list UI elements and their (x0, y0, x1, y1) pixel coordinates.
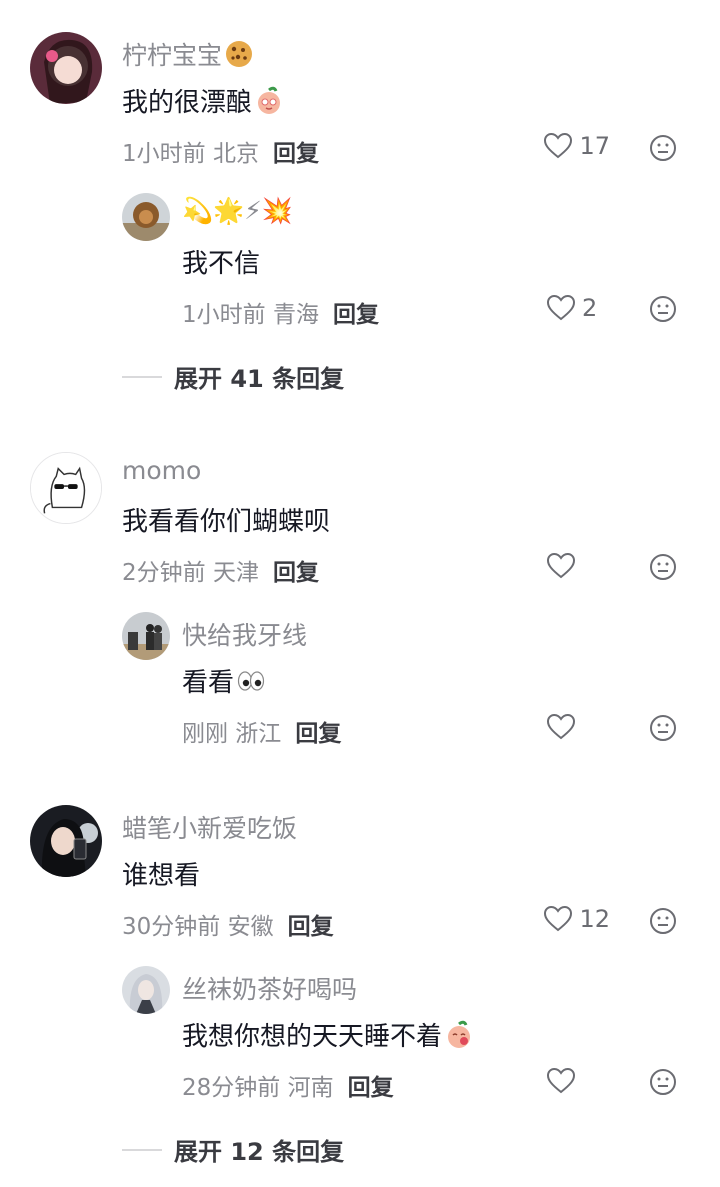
meh-face-icon (650, 296, 676, 322)
like-button[interactable] (546, 713, 610, 741)
reply-button[interactable]: 回复 (273, 141, 319, 167)
heart-outline-icon (546, 552, 576, 579)
avatar[interactable] (122, 612, 170, 660)
reply-meta: 1小时前 青海 回复 (182, 302, 379, 328)
like-button[interactable] (546, 552, 610, 580)
meh-face-icon (650, 554, 676, 580)
reply-meta: 28分钟前 河南 回复 (182, 1075, 394, 1101)
comment-author[interactable]: momo (122, 456, 201, 485)
dislike-button[interactable] (649, 907, 677, 935)
heart-outline-icon (544, 905, 573, 932)
comment-text: 我的很漂酿 (122, 82, 284, 119)
comment-meta: 2分钟前 天津 回复 (122, 560, 319, 586)
reply-author[interactable]: 丝袜奶茶好喝吗 (182, 970, 357, 1006)
like-button[interactable]: 12 (543, 905, 610, 933)
like-button[interactable] (546, 1067, 610, 1095)
avatar[interactable] (30, 32, 102, 104)
heart-outline-icon (546, 713, 576, 740)
meh-face-icon (650, 715, 676, 741)
dislike-button[interactable] (649, 553, 677, 581)
dislike-button[interactable] (649, 295, 677, 323)
eyes-emoji (236, 666, 266, 696)
avatar[interactable] (122, 966, 170, 1014)
avatar[interactable] (30, 452, 102, 524)
avatar[interactable] (30, 805, 102, 877)
reply-author[interactable]: 快给我牙线 (182, 616, 307, 652)
reply-button[interactable]: 回复 (333, 302, 379, 328)
dislike-button[interactable] (649, 714, 677, 742)
reply-button[interactable]: 回复 (288, 914, 334, 940)
reply-author[interactable]: 💫🌟⚡💥 (182, 196, 293, 226)
comment-author[interactable]: 柠柠宝宝 (122, 36, 254, 72)
dislike-button[interactable] (649, 134, 677, 162)
like-count: 2 (582, 294, 598, 322)
reply-button[interactable]: 回复 (295, 721, 341, 747)
cookie-emoji (224, 39, 254, 69)
divider (122, 1148, 162, 1151)
expand-replies-button[interactable]: 展开 12 条回复 (122, 1132, 344, 1167)
heart-outline-icon (546, 1067, 576, 1094)
avatar[interactable] (122, 193, 170, 241)
comment-meta: 30分钟前 安徽 回复 (122, 914, 334, 940)
peach-face-emoji (444, 1020, 474, 1050)
like-button[interactable]: 2 (546, 294, 610, 322)
comment-text: 谁想看 (122, 861, 201, 891)
reply-text: 看看 (182, 662, 266, 699)
reply-text: 我不信 (182, 249, 261, 279)
meh-face-icon (650, 135, 676, 161)
reply-button[interactable]: 回复 (348, 1075, 394, 1101)
reply-button[interactable]: 回复 (273, 560, 319, 586)
peach-face-emoji (254, 86, 284, 116)
expand-replies-button[interactable]: 展开 41 条回复 (122, 359, 344, 394)
meh-face-icon (650, 1069, 676, 1095)
reply-text: 我想你想的天天睡不着 (182, 1016, 474, 1053)
like-button[interactable]: 17 (543, 132, 610, 160)
heart-outline-icon (546, 294, 576, 321)
like-count: 12 (579, 905, 610, 933)
comment-text: 我看看你们蝴蝶呗 (122, 507, 331, 537)
reply-meta: 刚刚 浙江 回复 (182, 721, 342, 747)
like-count: 17 (579, 132, 610, 160)
divider (122, 375, 162, 378)
comment-author[interactable]: 蜡笔小新爱吃饭 (122, 809, 297, 845)
dislike-button[interactable] (649, 1068, 677, 1096)
comment-meta: 1小时前 北京 回复 (122, 141, 319, 167)
heart-outline-icon (544, 132, 573, 159)
meh-face-icon (650, 908, 676, 934)
